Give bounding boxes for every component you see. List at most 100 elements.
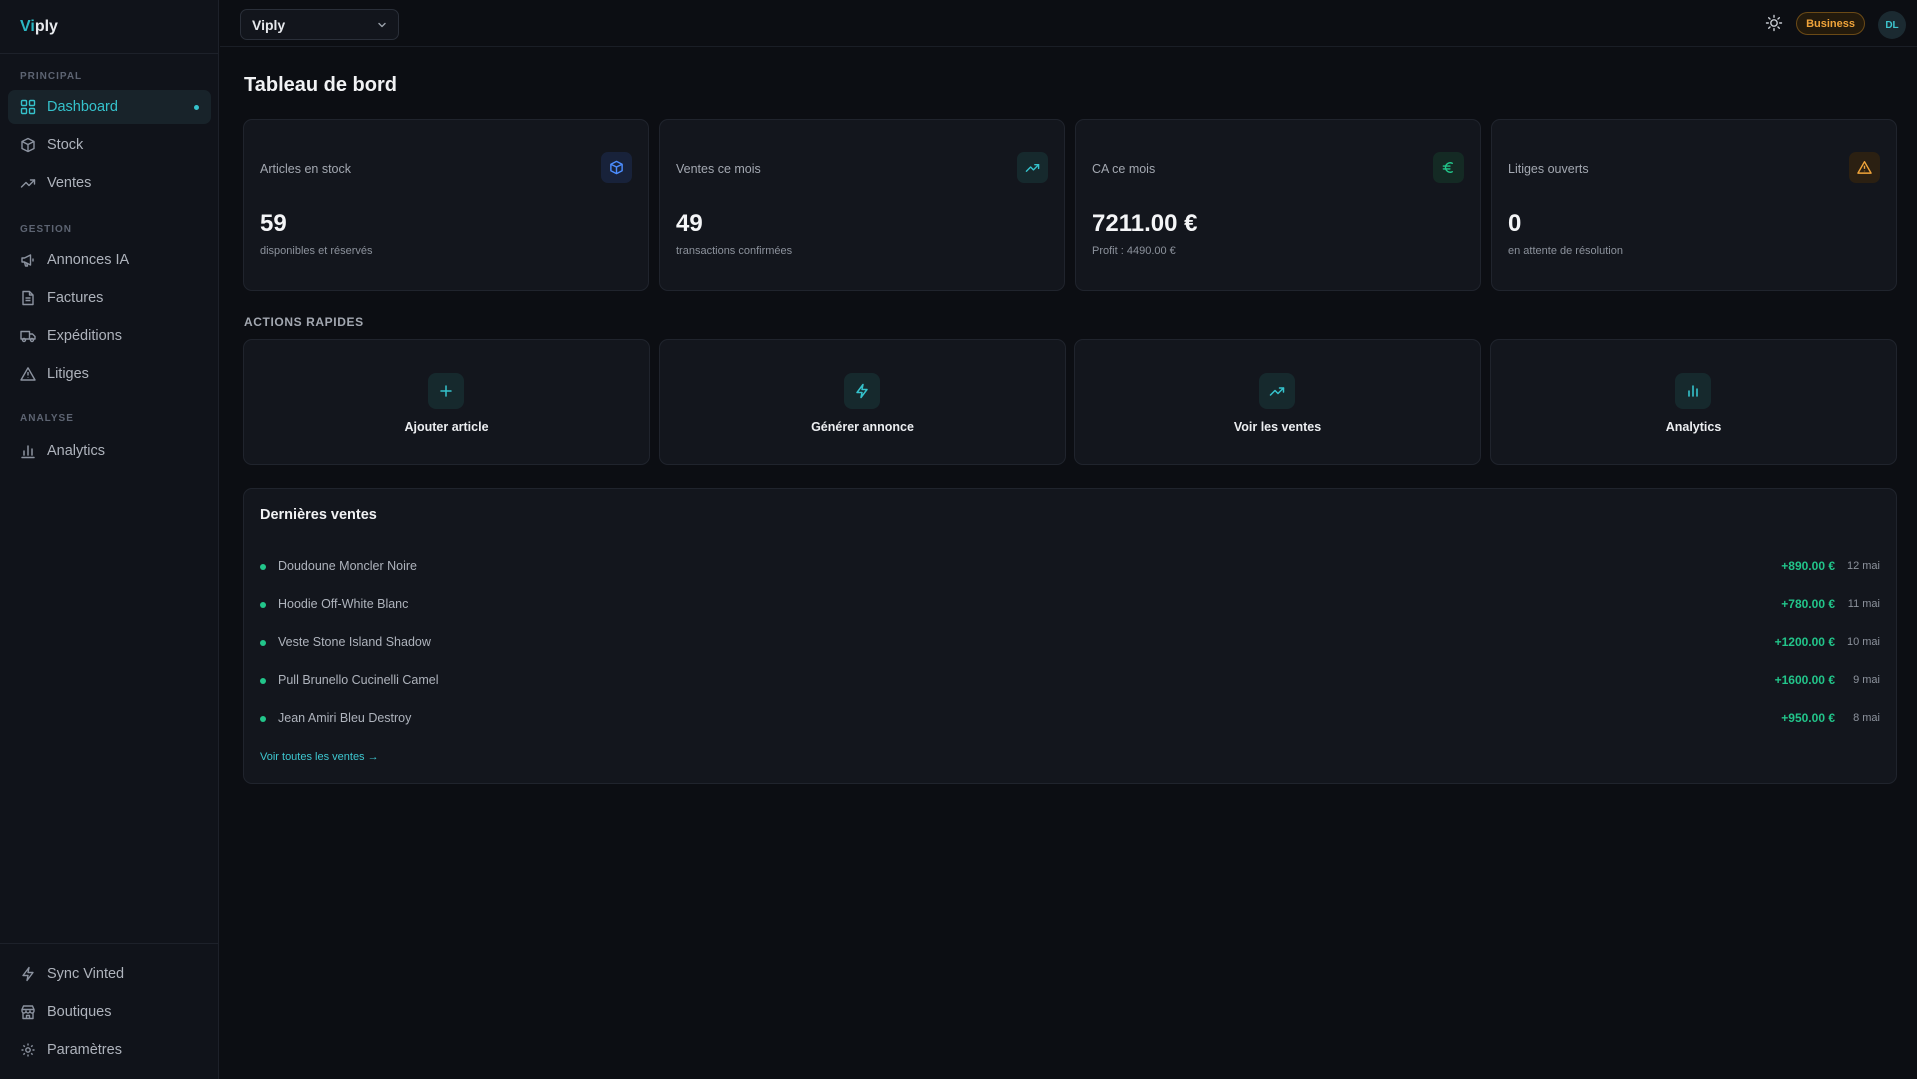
sale-row[interactable]: Pull Brunello Cucinelli Camel +1600.00 €… [260,671,1880,691]
stat-card-ca: CA ce mois 7211.00 € Profit : 4490.00 € [1075,119,1481,291]
sidebar-item-dashboard[interactable]: Dashboard [8,90,211,124]
sun-icon[interactable] [1765,14,1783,32]
nav-section-gestion: GESTION [20,224,73,235]
stat-label: Litiges ouverts [1508,162,1589,176]
sidebar-item-label: Litiges [47,366,89,382]
avatar[interactable]: DL [1878,11,1906,39]
logo-suffix: ply [34,18,58,35]
sale-item-name: Jean Amiri Bleu Destroy [278,711,412,725]
bolt-icon [844,373,880,409]
stat-label: Ventes ce mois [676,162,761,176]
action-add-article[interactable]: Ajouter article [243,339,650,465]
stat-value: 59 [260,210,287,237]
euro-icon [1433,152,1464,183]
sale-amount: +890.00 € [1781,559,1835,573]
action-label: Voir les ventes [1233,420,1322,434]
page-title: Tableau de bord [244,74,397,96]
stat-value: 7211.00 € [1092,210,1198,237]
sidebar-item-expeditions[interactable]: Expéditions [8,319,211,353]
bolt-icon [22,966,34,982]
sidebar-item-factures[interactable]: Factures [8,281,211,315]
store-icon [21,1005,35,1020]
sale-row[interactable]: Doudoune Moncler Noire +890.00 € 12 mai [260,557,1880,577]
sidebar-item-label: Annonces IA [47,252,130,268]
stat-value: 49 [676,210,703,237]
action-view-sales[interactable]: Voir les ventes [1074,339,1481,465]
action-label: Ajouter article [404,420,489,434]
truck-icon [20,330,36,343]
status-dot [260,564,266,570]
box-icon [21,137,35,153]
logo-prefix: Vi [20,18,35,35]
workspace-select[interactable]: Viply [240,9,399,40]
see-all-sales-link[interactable]: Voir toutes les ventes → [260,751,379,763]
sidebar-item-label: Paramètres [47,1042,122,1058]
stat-label: CA ce mois [1092,162,1156,176]
sale-date: 12 mai [1846,560,1880,572]
sidebar-divider [0,943,219,944]
sidebar-item-analytics[interactable]: Analytics [8,434,211,468]
warning-icon [1849,152,1880,183]
bar-chart-icon [1675,373,1711,409]
sale-amount: +1600.00 € [1774,673,1835,687]
trending-up-icon [20,179,36,188]
sale-date: 8 mai [1853,712,1880,724]
stat-card-stock: Articles en stock 59 disponibles et rése… [243,119,649,291]
sale-amount: +1200.00 € [1774,635,1835,649]
sidebar-item-label: Boutiques [47,1004,112,1020]
status-dot [260,602,266,608]
action-generate-listing[interactable]: Générer annonce [659,339,1066,465]
sale-row[interactable]: Jean Amiri Bleu Destroy +950.00 € 8 mai [260,709,1880,729]
sale-row[interactable]: Hoodie Off-White Blanc +780.00 € 11 mai [260,595,1880,615]
sidebar-item-ventes[interactable]: Ventes [8,166,211,200]
sale-item-name: Veste Stone Island Shadow [278,635,431,649]
sale-date: 10 mai [1846,636,1880,648]
sidebar-item-litiges[interactable]: Litiges [8,357,211,391]
sidebar-item-label: Expéditions [47,328,122,344]
sale-item-name: Doudoune Moncler Noire [278,559,417,573]
status-dot [260,678,266,684]
sale-amount: +950.00 € [1781,711,1835,725]
action-analytics[interactable]: Analytics [1490,339,1897,465]
stat-card-litiges: Litiges ouverts 0 en attente de résoluti… [1491,119,1897,291]
chevron-down-icon [378,22,386,28]
stat-value: 0 [1508,210,1522,237]
stat-label: Articles en stock [260,162,352,176]
sale-item-name: Pull Brunello Cucinelli Camel [278,673,439,687]
stat-subtext: transactions confirmées [676,245,793,257]
sidebar-item-label: Stock [47,137,84,153]
active-indicator [194,105,199,110]
sidebar: Viply PRINCIPAL Dashboard Stock Ventes G… [0,0,219,1079]
sidebar-item-parametres[interactable]: Paramètres [8,1033,211,1067]
megaphone-icon [21,254,34,267]
sidebar-item-stock[interactable]: Stock [8,128,211,162]
action-label: Générer annonce [811,420,914,434]
workspace-name: Viply [252,16,286,33]
sale-date: 9 mai [1853,674,1880,686]
warning-icon [20,367,36,381]
sidebar-item-boutiques[interactable]: Boutiques [8,995,211,1029]
plus-icon [428,373,464,409]
topbar: Viply Business DL [220,0,1917,47]
recent-sales-title: Dernières ventes [260,507,377,523]
stat-subtext: en attente de résolution [1508,245,1623,257]
nav-section-analyse: ANALYSE [20,413,74,424]
nav-section-principal: PRINCIPAL [20,71,83,82]
sale-date: 11 mai [1847,598,1880,610]
sale-amount: +780.00 € [1781,597,1835,611]
trending-up-icon [1259,373,1295,409]
stat-subtext: disponibles et réservés [260,245,373,257]
stat-subtext: Profit : 4490.00 € [1092,245,1176,257]
app-logo[interactable]: Viply [0,0,218,54]
sale-item-name: Hoodie Off-White Blanc [278,597,409,611]
sidebar-item-annonces-ia[interactable]: Annonces IA [8,243,211,277]
sidebar-item-label: Factures [47,290,104,306]
sale-row[interactable]: Veste Stone Island Shadow +1200.00 € 10 … [260,633,1880,653]
plan-badge: Business [1796,12,1865,35]
action-label: Analytics [1665,420,1722,434]
stat-card-ventes: Ventes ce mois 49 transactions confirmée… [659,119,1065,291]
quick-actions-title: ACTIONS RAPIDES [244,315,364,329]
sidebar-item-label: Dashboard [47,99,118,115]
file-icon [22,290,34,306]
sidebar-item-sync-vinted[interactable]: Sync Vinted [8,957,211,991]
